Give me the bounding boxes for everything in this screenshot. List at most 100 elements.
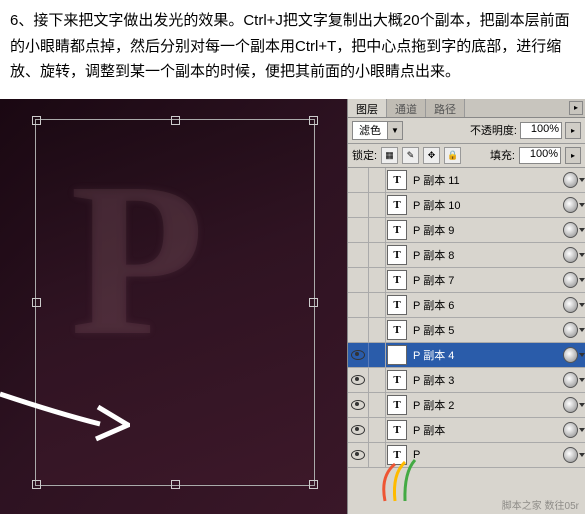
text-layer-icon: T (387, 370, 407, 390)
fx-icon (563, 247, 578, 263)
layer-name-label[interactable]: P 副本 3 (409, 372, 563, 388)
opacity-input[interactable]: 100% (520, 122, 562, 139)
link-col[interactable] (369, 193, 386, 217)
layer-name-label[interactable]: P (409, 449, 563, 461)
visibility-toggle[interactable] (348, 268, 369, 292)
layer-thumbnail[interactable]: T (386, 343, 409, 367)
layer-fx[interactable] (563, 247, 585, 263)
visibility-toggle[interactable] (348, 293, 369, 317)
lock-paint-icon[interactable]: ✎ (402, 147, 419, 164)
visibility-toggle[interactable] (348, 368, 369, 392)
transform-handle-mr[interactable] (309, 298, 318, 307)
layer-name-label[interactable]: P 副本 8 (409, 247, 563, 263)
chevron-down-icon: ▼ (387, 122, 402, 139)
transform-handle-tm[interactable] (171, 116, 180, 125)
layer-name-label[interactable]: P 副本 11 (409, 172, 563, 188)
link-col[interactable] (369, 393, 386, 417)
tab-paths[interactable]: 路径 (426, 99, 465, 117)
layer-fx[interactable] (563, 397, 585, 413)
lock-all-icon[interactable]: 🔒 (444, 147, 461, 164)
layer-row[interactable]: TP 副本 5 (348, 318, 585, 343)
lock-label: 锁定: (352, 147, 377, 163)
link-col[interactable] (369, 343, 386, 367)
layer-thumbnail[interactable]: T (386, 293, 409, 317)
layer-thumbnail[interactable]: T (386, 418, 409, 442)
layer-thumbnail[interactable]: T (386, 393, 409, 417)
fill-arrow-icon[interactable]: ▸ (565, 147, 581, 164)
link-col[interactable] (369, 268, 386, 292)
visibility-toggle[interactable] (348, 393, 369, 417)
visibility-toggle[interactable] (348, 318, 369, 342)
blend-mode-dropdown[interactable]: 滤色▼ (352, 121, 403, 140)
layer-row[interactable]: TP 副本 6 (348, 293, 585, 318)
visibility-toggle[interactable] (348, 418, 369, 442)
panel-menu-icon[interactable]: ▸ (569, 101, 583, 115)
layer-fx[interactable] (563, 272, 585, 288)
layer-row[interactable]: TP 副本 9 (348, 218, 585, 243)
layer-row[interactable]: TP 副本 10 (348, 193, 585, 218)
layer-fx[interactable] (563, 372, 585, 388)
layer-name-label[interactable]: P 副本 9 (409, 222, 563, 238)
layer-row[interactable]: TP 副本 8 (348, 243, 585, 268)
visibility-toggle[interactable] (348, 343, 369, 367)
link-col[interactable] (369, 368, 386, 392)
layer-fx[interactable] (563, 222, 585, 238)
visibility-toggle[interactable] (348, 443, 369, 467)
transform-handle-bm[interactable] (171, 480, 180, 489)
watermark-logo (370, 456, 430, 506)
layer-name-label[interactable]: P 副本 2 (409, 397, 563, 413)
link-col[interactable] (369, 418, 386, 442)
transform-handle-tl[interactable] (32, 116, 41, 125)
tab-layers[interactable]: 图层 (348, 99, 387, 117)
fill-input[interactable]: 100% (519, 147, 561, 164)
fx-icon (563, 172, 578, 188)
layer-fx[interactable] (563, 447, 585, 463)
layer-name-label[interactable]: P 副本 (409, 422, 563, 438)
transform-handle-tr[interactable] (309, 116, 318, 125)
layer-thumbnail[interactable]: T (386, 193, 409, 217)
layer-thumbnail[interactable]: T (386, 168, 409, 192)
transform-handle-ml[interactable] (32, 298, 41, 307)
lock-transparency-icon[interactable]: ▦ (381, 147, 398, 164)
layer-row[interactable]: TP 副本 7 (348, 268, 585, 293)
layer-thumbnail[interactable]: T (386, 368, 409, 392)
layer-thumbnail[interactable]: T (386, 243, 409, 267)
layer-row[interactable]: TP 副本 11 (348, 168, 585, 193)
layer-fx[interactable] (563, 297, 585, 313)
opacity-arrow-icon[interactable]: ▸ (565, 122, 581, 139)
visibility-toggle[interactable] (348, 168, 369, 192)
layer-thumbnail[interactable]: T (386, 268, 409, 292)
layer-name-label[interactable]: P 副本 5 (409, 322, 563, 338)
lock-move-icon[interactable]: ✥ (423, 147, 440, 164)
layer-name-label[interactable]: P 副本 4 (409, 347, 563, 363)
link-col[interactable] (369, 218, 386, 242)
link-col[interactable] (369, 243, 386, 267)
link-col[interactable] (369, 318, 386, 342)
layer-fx[interactable] (563, 197, 585, 213)
layer-thumbnail[interactable]: T (386, 218, 409, 242)
layer-fx[interactable] (563, 347, 585, 363)
visibility-toggle[interactable] (348, 243, 369, 267)
layer-fx[interactable] (563, 422, 585, 438)
layer-thumbnail[interactable]: T (386, 318, 409, 342)
canvas-area[interactable]: P (0, 99, 348, 514)
layer-fx[interactable] (563, 322, 585, 338)
photoshop-screenshot: P ▸ 图层 通道 路径 滤色▼ 不透明度: 100% (0, 99, 585, 514)
layer-row[interactable]: TP 副本 3 (348, 368, 585, 393)
link-col[interactable] (369, 168, 386, 192)
layer-name-label[interactable]: P 副本 6 (409, 297, 563, 313)
layer-row[interactable]: TP 副本 (348, 418, 585, 443)
layer-fx[interactable] (563, 172, 585, 188)
layer-name-label[interactable]: P 副本 7 (409, 272, 563, 288)
transform-handle-br[interactable] (309, 480, 318, 489)
tab-channels[interactable]: 通道 (387, 99, 426, 117)
visibility-toggle[interactable] (348, 193, 369, 217)
layer-row[interactable]: TP 副本 2 (348, 393, 585, 418)
text-layer-icon: T (387, 170, 407, 190)
visibility-toggle[interactable] (348, 218, 369, 242)
layer-row[interactable]: TP 副本 4 (348, 343, 585, 368)
layer-name-label[interactable]: P 副本 10 (409, 197, 563, 213)
chevron-down-icon (579, 428, 585, 432)
transform-handle-bl[interactable] (32, 480, 41, 489)
link-col[interactable] (369, 293, 386, 317)
